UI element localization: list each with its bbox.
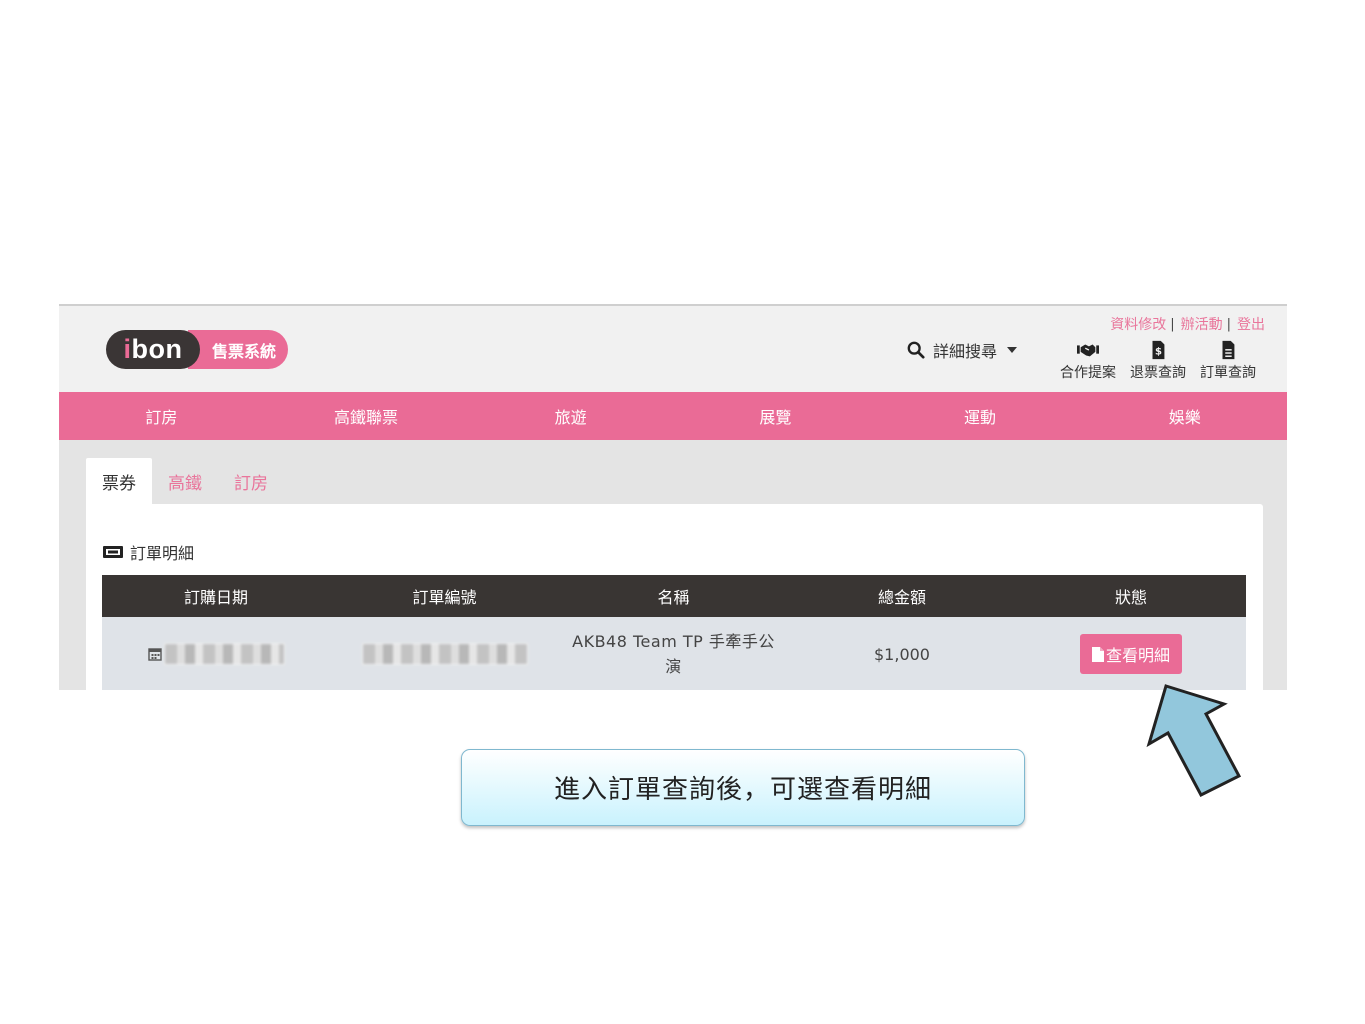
- redacted-order-number: [361, 643, 528, 665]
- nav-item-travel[interactable]: 旅遊: [468, 392, 673, 440]
- calendar-icon: [147, 648, 162, 661]
- nav-item-hotel[interactable]: 訂房: [59, 392, 264, 440]
- svg-text:$: $: [1155, 347, 1162, 358]
- column-header-total: 總金額: [877, 588, 926, 607]
- order-detail-heading: 訂單明細: [102, 540, 194, 564]
- divider: |: [1226, 316, 1231, 332]
- logo-i: i: [123, 334, 132, 364]
- logo-mark: i bon: [106, 330, 200, 369]
- file-icon: [1091, 646, 1104, 662]
- order-number-cell: [330, 617, 559, 690]
- refund-query-label: 退票查詢: [1130, 365, 1186, 381]
- table-row: AKB48 Team TP 手牽手公演 $1,000 查看明細: [102, 617, 1246, 690]
- status-cell: 查看明細: [1016, 617, 1246, 690]
- logo-subtitle: 售票系統: [188, 330, 289, 369]
- column-header-order-date: 訂購日期: [183, 588, 248, 607]
- callout-text: 進入訂單查詢後，可選查看明細: [553, 775, 932, 805]
- order-table: 訂購日期 訂單編號 名稱 總金額 狀態 AKB48 Team TP 手牽手公演 …: [102, 575, 1246, 690]
- ibon-logo[interactable]: i bon 售票系統: [106, 330, 289, 369]
- pointer-arrow-icon: [1146, 684, 1242, 797]
- column-header-status: 狀態: [1114, 588, 1147, 607]
- redacted-date: [163, 643, 285, 665]
- nav-item-sports[interactable]: 運動: [878, 392, 1083, 440]
- column-header-order-number: 訂單編號: [412, 588, 477, 607]
- tab-tickets[interactable]: 票券: [86, 458, 152, 504]
- top-bar: i bon 售票系統 詳細搜尋 資料修改 | 辦活動 | 登出 合作提案 $ 退…: [59, 306, 1287, 392]
- partnership-label: 合作提案: [1060, 365, 1116, 381]
- total-amount: $1,000: [874, 644, 930, 664]
- screenshot-panel: i bon 售票系統 詳細搜尋 資料修改 | 辦活動 | 登出 合作提案 $ 退…: [59, 304, 1287, 690]
- column-header-name: 名稱: [657, 588, 690, 607]
- order-date-cell: [102, 617, 330, 690]
- event-name: AKB48 Team TP 手牽手公演: [572, 632, 775, 676]
- advanced-search-label: 詳細搜尋: [933, 342, 998, 361]
- nav-item-exhibition[interactable]: 展覽: [673, 392, 878, 440]
- advanced-search-toggle[interactable]: 詳細搜尋: [907, 338, 1018, 362]
- profile-edit-link[interactable]: 資料修改: [1110, 314, 1166, 334]
- order-detail-title: 訂單明細: [130, 544, 195, 563]
- ticket-icon: [103, 546, 123, 558]
- user-links: 資料修改 | 辦活動 | 登出: [1110, 314, 1265, 334]
- host-event-link[interactable]: 辦活動: [1181, 314, 1223, 334]
- refund-query-link[interactable]: $ 退票查詢: [1130, 340, 1186, 382]
- partnership-link[interactable]: 合作提案: [1060, 340, 1116, 382]
- order-query-label: 訂單查詢: [1200, 365, 1256, 381]
- logo-bon: bon: [131, 334, 183, 364]
- logout-link[interactable]: 登出: [1237, 314, 1265, 334]
- refund-document-icon: $: [1152, 340, 1165, 360]
- order-tabs: 票券 高鐵 訂房: [86, 458, 284, 504]
- nav-item-entertainment[interactable]: 娛樂: [1082, 392, 1287, 440]
- divider: |: [1170, 316, 1175, 332]
- main-nav: 訂房 高鐵聯票 旅遊 展覽 運動 娛樂: [59, 392, 1287, 440]
- view-detail-button[interactable]: 查看明細: [1079, 634, 1182, 674]
- tab-hotel[interactable]: 訂房: [218, 458, 284, 504]
- search-icon: [907, 341, 925, 359]
- caret-down-icon: [1007, 347, 1018, 353]
- total-cell: $1,000: [788, 617, 1016, 690]
- tab-hsr[interactable]: 高鐵: [152, 458, 218, 504]
- order-card: 訂單明細 訂購日期 訂單編號 名稱 總金額 狀態 AKB48 Team TP 手…: [86, 504, 1263, 690]
- order-query-link[interactable]: 訂單查詢: [1200, 340, 1256, 382]
- handshake-icon: [1077, 344, 1099, 357]
- table-header: 訂購日期 訂單編號 名稱 總金額 狀態: [102, 575, 1246, 617]
- nav-item-hsr-combo[interactable]: 高鐵聯票: [264, 392, 469, 440]
- view-detail-label: 查看明細: [1105, 646, 1170, 665]
- instruction-callout: 進入訂單查詢後，可選查看明細: [461, 749, 1025, 826]
- order-document-icon: [1222, 340, 1235, 360]
- event-name-cell: AKB48 Team TP 手牽手公演: [559, 617, 788, 690]
